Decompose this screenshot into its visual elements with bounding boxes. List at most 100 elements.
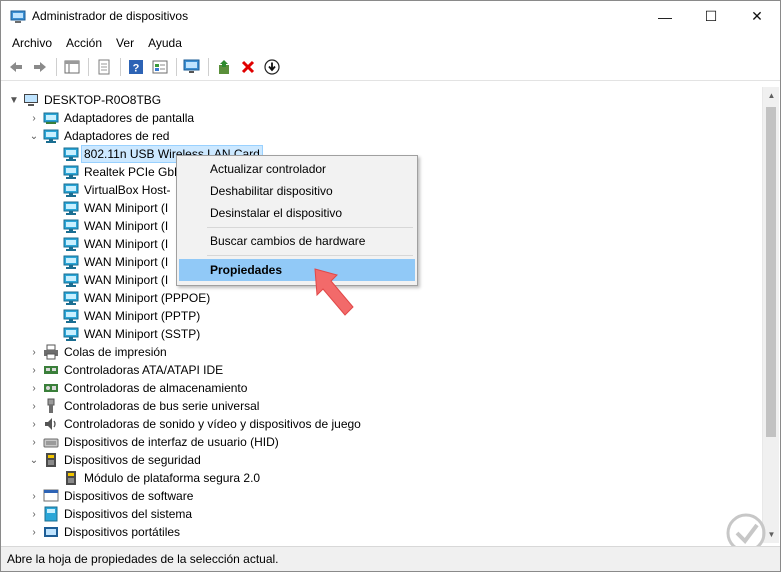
- menu-ayuda[interactable]: Ayuda: [141, 32, 189, 54]
- close-icon: ✕: [751, 8, 763, 24]
- context-menu-separator: [207, 255, 413, 256]
- tree-item-realtek[interactable]: Realtek PCIe GbE: [47, 163, 184, 181]
- minimize-button[interactable]: —: [642, 1, 688, 32]
- scrollbar-thumb[interactable]: [766, 107, 776, 437]
- tree-item-wan-miniport[interactable]: WAN Miniport (I: [47, 253, 170, 271]
- view-button[interactable]: [93, 57, 114, 78]
- view-devices-button[interactable]: [149, 57, 170, 78]
- tree-item-label: Realtek PCIe GbE: [84, 165, 183, 179]
- tree-item-wan-miniport[interactable]: WAN Miniport (I: [47, 217, 170, 235]
- portable-device-icon: [44, 527, 58, 537]
- tree-item-wan-miniport[interactable]: WAN Miniport (I: [47, 199, 170, 217]
- scroll-up-icon[interactable]: ▲: [763, 87, 780, 104]
- expand-chevron-icon[interactable]: ›: [27, 525, 41, 539]
- software-device-icon: [43, 489, 59, 502]
- uninstall-device-button[interactable]: [237, 57, 258, 78]
- tree-item-storage-controllers[interactable]: › Controladoras de almacenamiento: [27, 379, 249, 397]
- tree-item-label: WAN Miniport (SSTP): [84, 327, 201, 341]
- expand-chevron-icon[interactable]: ›: [27, 345, 41, 359]
- pointer-arrow-icon: [314, 268, 354, 316]
- forward-button[interactable]: [29, 57, 50, 78]
- maximize-button[interactable]: ☐: [688, 1, 734, 32]
- tree-item-usb-controllers[interactable]: › Controladoras de bus serie universal: [27, 397, 261, 415]
- expand-chevron-icon[interactable]: ›: [27, 417, 41, 431]
- menu-archivo[interactable]: Archivo: [5, 32, 59, 54]
- expand-chevron-icon[interactable]: ›: [27, 489, 41, 503]
- expand-chevron-icon[interactable]: ›: [27, 435, 41, 449]
- tree-item-label: WAN Miniport (I: [84, 273, 169, 287]
- tree-item-label: Adaptadores de pantalla: [64, 111, 195, 125]
- update-driver-button[interactable]: [213, 57, 234, 78]
- expand-chevron-icon[interactable]: ›: [27, 363, 41, 377]
- security-device-icon: [46, 453, 56, 467]
- tree-item-wan-miniport-pppoe[interactable]: WAN Miniport (PPPOE): [47, 289, 212, 307]
- disable-icon: [263, 59, 280, 75]
- tree-root[interactable]: ▼ DESKTOP-R0O8TBG: [7, 91, 163, 109]
- vertical-scrollbar[interactable]: ▲ ▼: [762, 87, 779, 543]
- back-button[interactable]: [5, 57, 26, 78]
- context-menu-disable-device[interactable]: Deshabilitar dispositivo: [179, 180, 415, 202]
- tree-item-portable-devices[interactable]: › Dispositivos portátiles: [27, 523, 182, 541]
- network-adapter-icon: [63, 219, 79, 233]
- device-manager-window: Administrador de dispositivos — ☐ ✕ Arch…: [0, 0, 781, 572]
- expand-chevron-icon[interactable]: ›: [27, 507, 41, 521]
- tree-item-virtualbox[interactable]: VirtualBox Host-: [47, 181, 172, 199]
- expand-chevron-icon[interactable]: ›: [27, 381, 41, 395]
- tree-item-software-devices[interactable]: › Dispositivos de software: [27, 487, 195, 505]
- menu-ver[interactable]: Ver: [109, 32, 141, 54]
- context-menu-scan-hardware[interactable]: Buscar cambios de hardware: [179, 230, 415, 252]
- minimize-icon: —: [658, 8, 672, 25]
- tree-item-tpm[interactable]: Módulo de plataforma segura 2.0: [47, 469, 262, 487]
- context-menu-uninstall-device[interactable]: Desinstalar el dispositivo: [179, 202, 415, 224]
- tree-item-label: WAN Miniport (PPPOE): [84, 291, 211, 305]
- status-bar: Abre la hoja de propiedades de la selecc…: [1, 546, 780, 571]
- tree-item-wan-miniport[interactable]: WAN Miniport (I: [47, 271, 170, 289]
- menu-accion[interactable]: Acción: [59, 32, 109, 54]
- expand-chevron-icon[interactable]: ›: [27, 111, 41, 125]
- properties-list-icon: [64, 60, 79, 74]
- toolbar-separator: [88, 58, 89, 76]
- tree-item-system-devices[interactable]: › Dispositivos del sistema: [27, 505, 194, 523]
- tree-item-network-adapters[interactable]: ⌄ Adaptadores de red: [27, 127, 171, 145]
- uninstall-icon: [241, 60, 254, 74]
- monitor-icon: [183, 59, 199, 73]
- tree-item-hid[interactable]: › Dispositivos de interfaz de usuario (H…: [27, 433, 281, 451]
- show-hide-console-tree-button[interactable]: [61, 57, 82, 78]
- view-icon: [98, 59, 109, 75]
- expand-chevron-icon[interactable]: ›: [27, 399, 41, 413]
- tree-item-label: Dispositivos del sistema: [64, 507, 193, 521]
- help-button[interactable]: ?: [125, 57, 146, 78]
- tree-item-print-queues[interactable]: › Colas de impresión: [27, 343, 169, 361]
- tree-item-ata-atapi[interactable]: › Controladoras ATA/ATAPI IDE: [27, 361, 225, 379]
- tree-item-wan-miniport-pptp[interactable]: WAN Miniport (PPTP): [47, 307, 202, 325]
- tree-item-security-devices[interactable]: ⌄ Dispositivos de seguridad: [27, 451, 203, 469]
- tree-item-label: Dispositivos de interfaz de usuario (HID…: [64, 435, 279, 449]
- tree-item-display-adapters[interactable]: › Adaptadores de pantalla: [27, 109, 196, 127]
- tree-item-label: WAN Miniport (I: [84, 237, 169, 251]
- tree-item-sound-video-game[interactable]: › Controladoras de sonido y vídeo y disp…: [27, 415, 363, 433]
- context-menu: Actualizar controlador Deshabilitar disp…: [176, 155, 418, 286]
- context-menu-properties[interactable]: Propiedades: [179, 259, 415, 281]
- tree-item-label: Dispositivos de seguridad: [64, 453, 201, 467]
- tree-item-wan-miniport-sstp[interactable]: WAN Miniport (SSTP): [47, 325, 202, 343]
- close-button[interactable]: ✕: [734, 1, 780, 32]
- toolbar: ?: [1, 54, 780, 81]
- help-icon: ?: [128, 60, 143, 75]
- scan-hardware-button[interactable]: [181, 57, 202, 78]
- disable-device-button[interactable]: [261, 57, 282, 78]
- collapse-chevron-icon[interactable]: ⌄: [27, 129, 41, 143]
- tree-item-label: WAN Miniport (I: [84, 255, 169, 269]
- collapse-chevron-icon[interactable]: ▼: [7, 93, 21, 107]
- menu-bar: Archivo Acción Ver Ayuda: [1, 32, 780, 54]
- tree-item-wan-miniport[interactable]: WAN Miniport (I: [47, 235, 170, 253]
- collapse-chevron-icon[interactable]: ⌄: [27, 453, 41, 467]
- device-manager-app-icon: [10, 10, 26, 23]
- title-bar: Administrador de dispositivos — ☐ ✕: [1, 1, 780, 32]
- context-menu-update-driver[interactable]: Actualizar controlador: [179, 158, 415, 180]
- window-title: Administrador de dispositivos: [32, 9, 189, 23]
